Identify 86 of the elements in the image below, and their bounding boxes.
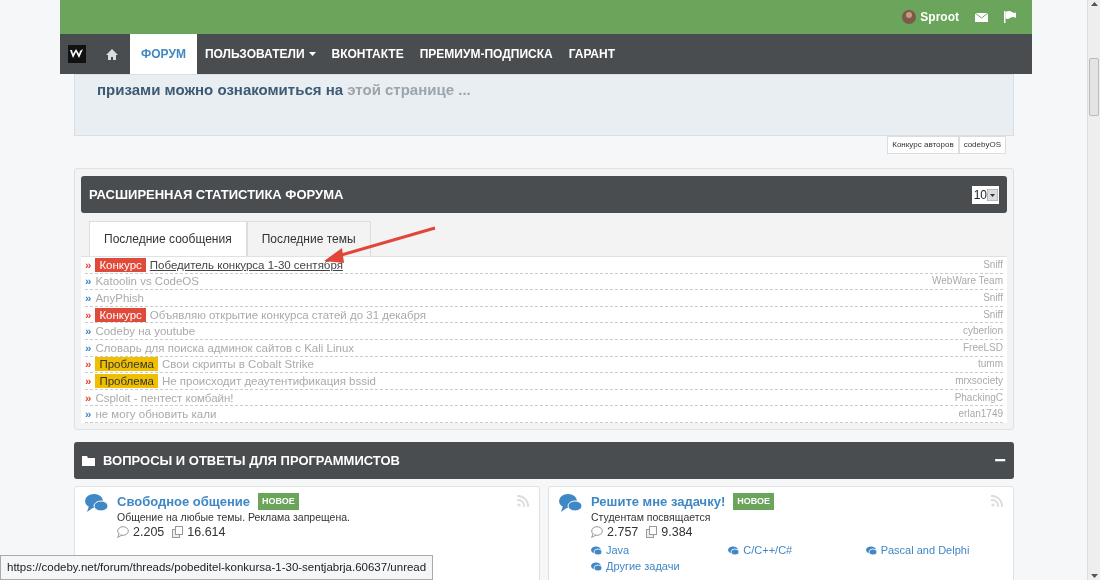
chat-icon bbox=[559, 492, 583, 513]
logo-icon[interactable] bbox=[68, 45, 86, 63]
author-link[interactable]: WebWare Team bbox=[932, 273, 1003, 290]
message-count: 16.614 bbox=[187, 524, 226, 540]
new-badge: НОВОЕ bbox=[733, 492, 774, 510]
author-link[interactable]: Sniff bbox=[983, 306, 1003, 323]
prefix-tag: Проблема bbox=[95, 357, 158, 372]
new-badge: НОВОЕ bbox=[258, 492, 299, 510]
subforum-link[interactable]: Pascal and Delphi bbox=[865, 542, 970, 558]
subforum-link[interactable]: C/C++/C# bbox=[728, 542, 793, 558]
author-link[interactable]: mrxsociety bbox=[955, 372, 1003, 389]
scroll-down-icon[interactable] bbox=[1089, 572, 1099, 580]
folder-icon bbox=[82, 454, 95, 466]
marker-icon: » bbox=[85, 356, 92, 373]
marker-icon: » bbox=[85, 323, 92, 340]
forum-title-link[interactable]: Решите мне задачку! bbox=[591, 493, 726, 509]
thread-link[interactable]: не могу обновить кали bbox=[95, 406, 217, 423]
category-title: ВОПРОСЫ И ОТВЕТЫ ДЛЯ ПРОГРАММИСТОВ bbox=[103, 451, 400, 470]
stats-tab[interactable]: Последние сообщения bbox=[89, 221, 247, 256]
forum-description: Студентам посвящается bbox=[591, 509, 712, 525]
copy-icon bbox=[646, 526, 658, 539]
notice-text: призами можно ознакомиться на этой странице ... bbox=[97, 80, 472, 100]
notice-tab[interactable]: codebyOS bbox=[958, 136, 1006, 154]
nav-tab[interactable]: ВКОНТАКТЕ bbox=[323, 34, 412, 74]
marker-icon: » bbox=[85, 406, 92, 423]
prefix-tag: Проблема bbox=[95, 373, 158, 388]
forum-description: Общение на любые темы. Реклама запрещена. bbox=[117, 509, 351, 525]
prefix-tag: Конкурс bbox=[95, 257, 146, 272]
author-link[interactable]: tumm bbox=[978, 356, 1003, 373]
chat-icon bbox=[728, 545, 740, 555]
panel-title: РАСШИРЕННАЯ СТАТИСТИКА ФОРУМА bbox=[89, 185, 344, 204]
prefix-tag: Конкурс bbox=[95, 307, 146, 322]
collapse-button[interactable]: − bbox=[994, 445, 1006, 476]
forum-title-link[interactable]: Свободное общение bbox=[117, 493, 251, 509]
author-link[interactable]: FreeLSD bbox=[963, 339, 1003, 356]
author-link[interactable]: erlan1749 bbox=[958, 406, 1003, 423]
home-icon bbox=[106, 48, 118, 60]
mail-icon[interactable] bbox=[975, 11, 988, 23]
thread-link[interactable]: Словарь для поиска админок сайтов с Kali Linux bbox=[95, 339, 355, 356]
count-select[interactable]: 10 bbox=[971, 185, 999, 204]
chat-icon bbox=[591, 545, 602, 555]
notice-link[interactable]: этой странице ... bbox=[347, 81, 471, 98]
dropdown-arrow-icon bbox=[987, 188, 998, 201]
scrollbar[interactable] bbox=[1087, 0, 1100, 580]
marker-icon: » bbox=[85, 389, 92, 406]
nav-tab[interactable]: ГАРАНТ bbox=[560, 34, 623, 74]
marker-icon: » bbox=[85, 339, 92, 356]
thread-link[interactable]: Свои скрипты в Cobalt Strike bbox=[161, 356, 314, 373]
subforum-link[interactable]: Java bbox=[591, 542, 630, 558]
avatar-icon[interactable] bbox=[902, 10, 917, 24]
author-link[interactable]: PhackingC bbox=[954, 389, 1003, 406]
thread-link[interactable]: AnyPhish bbox=[95, 290, 144, 306]
flag-icon[interactable] bbox=[1004, 11, 1016, 23]
marker-icon: » bbox=[85, 306, 92, 323]
chat-icon bbox=[85, 492, 109, 513]
thread-count: 2.205 bbox=[133, 524, 165, 540]
comment-icon bbox=[117, 526, 129, 539]
nav-tab[interactable]: ПРЕМИУМ-ПОДПИСКА bbox=[411, 34, 561, 74]
author-link[interactable]: cyberlion bbox=[962, 323, 1003, 340]
author-link[interactable]: Sniff bbox=[983, 290, 1003, 306]
marker-icon: » bbox=[85, 372, 92, 389]
marker-icon: » bbox=[85, 290, 92, 306]
marker-icon: » bbox=[85, 256, 92, 273]
thread-count: 2.757 bbox=[607, 524, 639, 540]
scroll-up-icon[interactable] bbox=[1089, 0, 1099, 8]
notice-tab[interactable]: Конкурс авторов bbox=[887, 136, 959, 154]
chat-icon bbox=[591, 561, 602, 571]
nav-tab[interactable]: ПОЛЬЗОВАТЕЛИ bbox=[196, 34, 324, 74]
thread-link[interactable]: Не происходит деаутентификация bssid bbox=[161, 372, 376, 389]
subforum-link[interactable]: Другие задачи bbox=[591, 558, 680, 574]
comment-icon bbox=[591, 526, 603, 539]
thread-link[interactable]: Katoolin vs CodeOS bbox=[95, 273, 199, 290]
stats-tab[interactable]: Последние темы bbox=[246, 221, 371, 256]
thread-link[interactable]: Объявляю открытие конкурса статей до 31 декабря bbox=[149, 306, 427, 323]
thread-link[interactable]: Codeby на youtube bbox=[95, 323, 196, 340]
message-count: 9.384 bbox=[661, 524, 693, 540]
copy-icon bbox=[172, 526, 184, 539]
marker-icon: » bbox=[85, 273, 92, 290]
scroll-thumb[interactable] bbox=[1089, 58, 1099, 116]
chat-icon bbox=[865, 545, 877, 555]
author-link[interactable]: Sniff bbox=[983, 256, 1003, 273]
thread-link[interactable]: Победитель конкурса 1-30 сентября bbox=[149, 256, 343, 273]
thread-link[interactable]: Csploit - пентест комбайн! bbox=[95, 389, 234, 406]
username-link[interactable]: Sproot bbox=[920, 8, 959, 26]
nav-tab[interactable]: ФОРУМ bbox=[130, 34, 197, 74]
status-url: https://codeby.net/forum/threads/pobeditel-konkursa-1-30-sentjabrja.60637/unread bbox=[0, 555, 434, 580]
